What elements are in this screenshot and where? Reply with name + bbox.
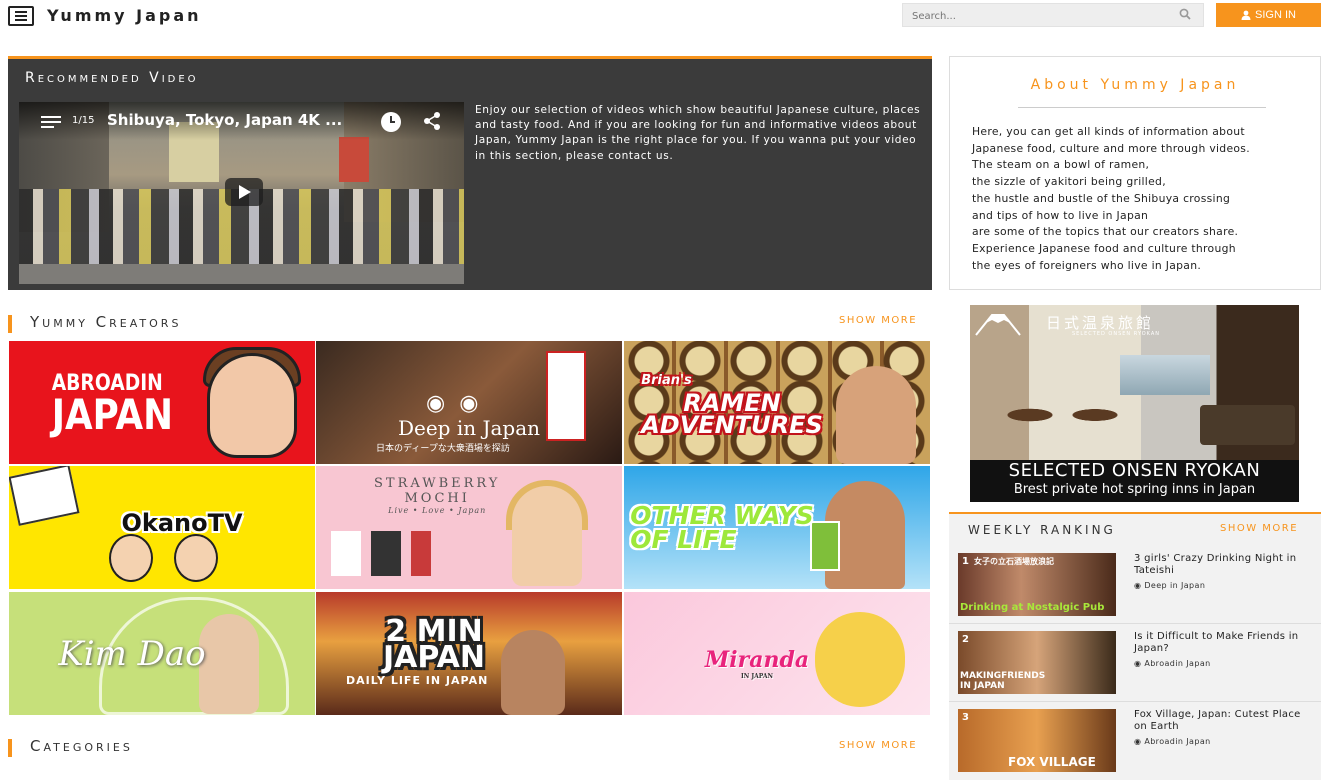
ranking-item[interactable]: 3 FOX VILLAGE Fox Village, Japan: Cutest… bbox=[949, 703, 1321, 780]
ranking-item-author: ◉ Abroadin Japan bbox=[1134, 659, 1211, 668]
ranking-thumbnail[interactable]: 3 FOX VILLAGE bbox=[958, 709, 1116, 772]
play-button[interactable] bbox=[225, 178, 263, 206]
creator-tile-kim-dao[interactable]: Kim Dao bbox=[9, 592, 315, 715]
weekly-ranking-panel: WEEKLY RANKING SHOW MORE 1 女子の立石酒場放浪記 Dr… bbox=[949, 512, 1321, 780]
creator-tile-2min-japan[interactable]: 2 MIN JAPAN DAILY LIFE IN JAPAN bbox=[316, 592, 622, 715]
creators-header: Yummy Creators bbox=[8, 313, 408, 337]
recommended-video-section: Recommended Video 1/15 Shibuya, Tokyo, J… bbox=[8, 56, 932, 290]
sign-in-button[interactable]: SIGN IN bbox=[1216, 3, 1321, 27]
categories-header: Categories bbox=[8, 737, 408, 761]
weekly-ranking-title: WEEKLY RANKING bbox=[968, 523, 1116, 537]
creator-tile-deep-in-japan[interactable]: ◉◉ Deep in Japan 日本のディープな大衆酒場を探訪 bbox=[316, 341, 622, 464]
ranking-item-author: ◉ Abroadin Japan bbox=[1134, 737, 1211, 746]
ranking-item[interactable]: 1 女子の立石酒場放浪記 Drinking at Nostalgic Pub 3… bbox=[949, 547, 1321, 624]
mount-fuji-icon bbox=[975, 314, 1021, 336]
search-icon[interactable] bbox=[1179, 8, 1191, 20]
playlist-count: 1/15 bbox=[72, 115, 95, 126]
about-divider bbox=[1018, 107, 1266, 108]
creator-tile-other-ways-of-life[interactable]: OTHER WAYS OF LIFE bbox=[624, 466, 930, 589]
hamburger-menu-button[interactable] bbox=[8, 6, 34, 26]
ranking-thumbnail[interactable]: 1 女子の立石酒場放浪記 Drinking at Nostalgic Pub bbox=[958, 553, 1116, 616]
video-player[interactable]: 1/15 Shibuya, Tokyo, Japan 4K ... bbox=[19, 102, 464, 284]
categories-show-more-link[interactable]: SHOW MORE bbox=[839, 740, 917, 751]
categories-title: Categories bbox=[30, 737, 133, 755]
creators-show-more-link[interactable]: SHOW MORE bbox=[839, 315, 917, 326]
eyes-logo: ◉◉ bbox=[426, 391, 493, 416]
watch-later-icon[interactable] bbox=[380, 111, 402, 133]
recommended-video-title: Recommended Video bbox=[25, 70, 199, 86]
user-icon bbox=[1241, 10, 1251, 20]
creators-grid: ABROADIN JAPAN ◉◉ Deep in Japan 日本のディープな大… bbox=[9, 341, 930, 715]
ranking-item[interactable]: 2 MAKINGFRIENDS IN JAPAN Is it Difficult… bbox=[949, 625, 1321, 702]
about-text: Here, you can get all kinds of informati… bbox=[972, 125, 1250, 272]
ranking-item-author: ◉ Deep in Japan bbox=[1134, 581, 1206, 590]
ranking-item-title[interactable]: 3 girls' Crazy Drinking Night in Tateish… bbox=[1134, 553, 1314, 577]
creator-tile-miranda-in-japan[interactable]: Miranda IN JAPAN bbox=[624, 592, 930, 715]
search-input[interactable] bbox=[903, 5, 1163, 28]
ranking-item-title[interactable]: Is it Difficult to Make Friends in Japan… bbox=[1134, 631, 1314, 655]
banner-jp-title: 日式温泉旅館 bbox=[1046, 314, 1155, 332]
onsen-ryokan-banner[interactable]: 日式温泉旅館 SELECTED ONSEN RYOKAN SELECTED ON… bbox=[970, 305, 1299, 502]
banner-caption: SELECTED ONSEN RYOKAN Brest private hot … bbox=[970, 460, 1299, 502]
creator-tile-okanotv[interactable]: OkanoTV bbox=[9, 466, 315, 589]
ranking-show-more-link[interactable]: SHOW MORE bbox=[1220, 523, 1298, 534]
recommended-video-description: Enjoy our selection of videos which show… bbox=[475, 104, 921, 162]
share-icon[interactable] bbox=[422, 111, 442, 131]
creators-title: Yummy Creators bbox=[30, 313, 182, 331]
playlist-icon[interactable] bbox=[41, 115, 61, 129]
about-panel: About Yummy Japan Here, you can get all … bbox=[949, 56, 1321, 290]
site-header: Yummy Japan SIGN IN bbox=[0, 0, 1326, 34]
ranking-thumbnail[interactable]: 2 MAKINGFRIENDS IN JAPAN bbox=[958, 631, 1116, 694]
creator-tile-abroadin-japan[interactable]: ABROADIN JAPAN bbox=[9, 341, 315, 464]
video-title[interactable]: Shibuya, Tokyo, Japan 4K ... bbox=[107, 111, 342, 129]
ranking-item-title[interactable]: Fox Village, Japan: Cutest Place on Eart… bbox=[1134, 709, 1314, 733]
banner-jp-subtitle: SELECTED ONSEN RYOKAN bbox=[1072, 331, 1160, 337]
site-logo[interactable]: Yummy Japan bbox=[47, 6, 202, 25]
play-icon bbox=[239, 185, 251, 199]
creator-tile-brians-ramen-adventures[interactable]: Brian's RAMEN ADVENTURES bbox=[624, 341, 930, 464]
sign-in-label: SIGN IN bbox=[1255, 9, 1296, 21]
creator-tile-strawberry-mochi[interactable]: STRAWBERRY MOCHI Live • Love • Japan bbox=[316, 466, 622, 589]
about-title: About Yummy Japan bbox=[1030, 77, 1240, 93]
search-box bbox=[902, 3, 1204, 28]
